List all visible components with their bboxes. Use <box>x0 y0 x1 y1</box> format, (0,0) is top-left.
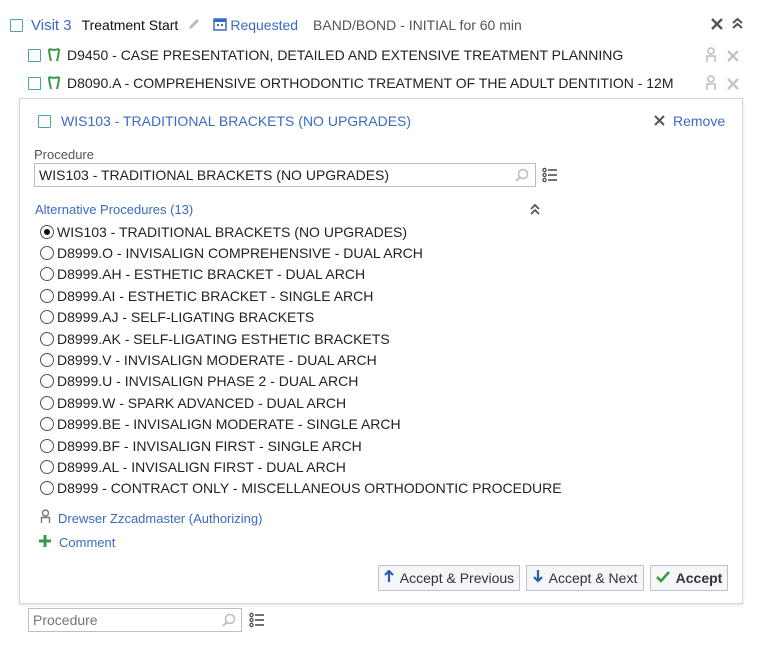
alternative-option[interactable]: D8999 - CONTRACT ONLY - MISCELLANEOUS OR… <box>40 478 562 499</box>
radio-button[interactable] <box>40 374 54 389</box>
visit-header: Visit 3 Treatment Start Requested BAND/B… <box>10 14 522 36</box>
alternative-label: D8999.V - INVISALIGN MODERATE - DUAL ARC… <box>57 352 377 369</box>
appointment-type: BAND/BOND - INITIAL for 60 min <box>313 17 522 33</box>
visit-title[interactable]: Visit 3 <box>31 17 72 34</box>
accept-button[interactable]: Accept <box>650 565 728 591</box>
provider-name: Drewser Zzcadmaster (Authorizing) <box>58 510 263 526</box>
accept-next-label: Accept & Next <box>548 570 638 586</box>
procedure-input-value: WIS103 - TRADITIONAL BRACKETS (NO UPGRAD… <box>39 167 390 183</box>
remove-button[interactable]: Remove <box>654 113 725 129</box>
alternative-label: D8999.W - SPARK ADVANCED - DUAL ARCH <box>57 394 347 411</box>
close-icon <box>654 113 665 129</box>
procedure-code: D8090.A - COMPREHENSIVE ORTHODONTIC TREA… <box>67 75 674 91</box>
alternative-option[interactable]: D8999.BE - INVISALIGN MODERATE - SINGLE … <box>40 414 562 435</box>
collapse-visit-icon[interactable] <box>731 16 744 33</box>
arrow-up-icon <box>384 569 394 586</box>
provider-icon[interactable] <box>705 47 717 66</box>
tooth-icon <box>47 75 61 91</box>
check-icon <box>655 570 670 586</box>
alternative-label: D8999.AL - INVISALIGN FIRST - DUAL ARCH <box>57 458 346 475</box>
edit-pencil-icon[interactable] <box>188 17 201 33</box>
accept-next-button[interactable]: Accept & Next <box>526 565 644 591</box>
radio-button[interactable] <box>40 246 54 261</box>
radio-button[interactable] <box>40 417 54 432</box>
alternatives-list: WIS103 - TRADITIONAL BRACKETS (NO UPGRAD… <box>40 221 562 499</box>
alternative-option[interactable]: D8999.O - INVISALIGN COMPREHENSIVE - DUA… <box>40 242 562 263</box>
radio-button[interactable] <box>40 331 54 346</box>
alternative-option[interactable]: D8999.W - SPARK ADVANCED - DUAL ARCH <box>40 392 562 413</box>
radio-button[interactable] <box>40 267 54 282</box>
procedure-code: D9450 - CASE PRESENTATION, DETAILED AND … <box>67 47 624 63</box>
accept-previous-button[interactable]: Accept & Previous <box>378 565 520 591</box>
arrow-down-icon <box>532 570 543 586</box>
close-visit-icon[interactable] <box>711 17 723 33</box>
tooth-icon <box>47 47 61 63</box>
procedure-input[interactable]: WIS103 - TRADITIONAL BRACKETS (NO UPGRAD… <box>34 163 536 187</box>
radio-button[interactable] <box>40 288 54 303</box>
alternative-option[interactable]: D8999.AI - ESTHETIC BRACKET - SINGLE ARC… <box>40 285 562 306</box>
search-icon[interactable] <box>515 168 529 185</box>
alternative-option[interactable]: D8999.AK - SELF-LIGATING ESTHETIC BRACKE… <box>40 328 562 349</box>
calendar-icon <box>213 17 228 34</box>
alternative-option[interactable]: D8999.AL - INVISALIGN FIRST - DUAL ARCH <box>40 456 562 477</box>
procedure-checkbox[interactable] <box>28 76 41 90</box>
radio-selected[interactable] <box>40 224 54 239</box>
alternative-label: D8999.U - INVISALIGN PHASE 2 - DUAL ARCH <box>57 373 359 390</box>
list-options-icon[interactable] <box>542 167 558 186</box>
alternative-label: D8999.BF - INVISALIGN FIRST - SINGLE ARC… <box>57 437 362 454</box>
accept-label: Accept <box>675 570 723 586</box>
alternative-option[interactable]: D8999.AJ - SELF-LIGATING BRACKETS <box>40 307 562 328</box>
provider-link[interactable]: Drewser Zzcadmaster (Authorizing) <box>40 509 262 527</box>
add-comment-button[interactable]: Comment <box>39 534 115 550</box>
status-requested[interactable]: Requested <box>230 17 298 33</box>
remove-label: Remove <box>673 113 726 129</box>
alternatives-header: Alternative Procedures (13) <box>35 202 194 217</box>
alternative-label: D8999 - CONTRACT ONLY - MISCELLANEOUS OR… <box>57 480 562 497</box>
alternative-option[interactable]: WIS103 - TRADITIONAL BRACKETS (NO UPGRAD… <box>40 221 562 242</box>
collapse-alternatives-icon[interactable] <box>529 203 541 219</box>
accept-previous-label: Accept & Previous <box>399 570 515 586</box>
visit-checkbox[interactable] <box>10 18 23 32</box>
alternative-label: WIS103 - TRADITIONAL BRACKETS (NO UPGRAD… <box>57 223 408 240</box>
procedure-row: D9450 - CASE PRESENTATION, DETAILED AND … <box>28 45 623 65</box>
alternative-option[interactable]: D8999.U - INVISALIGN PHASE 2 - DUAL ARCH <box>40 371 562 392</box>
search-icon[interactable] <box>222 613 236 630</box>
comment-label: Comment <box>59 534 116 550</box>
alternative-label: D8999.AK - SELF-LIGATING ESTHETIC BRACKE… <box>57 330 390 347</box>
radio-button[interactable] <box>40 481 54 496</box>
radio-button[interactable] <box>40 459 54 474</box>
alternative-option[interactable]: D8999.BF - INVISALIGN FIRST - SINGLE ARC… <box>40 435 562 456</box>
plus-icon <box>39 534 51 550</box>
procedure-checkbox[interactable] <box>28 48 41 62</box>
panel-procedure-checkbox[interactable] <box>38 115 51 128</box>
bottom-procedure-search[interactable] <box>28 608 242 632</box>
person-icon <box>40 509 51 527</box>
alternative-option[interactable]: D8999.AH - ESTHETIC BRACKET - DUAL ARCH <box>40 264 562 285</box>
provider-icon[interactable] <box>705 75 717 94</box>
alternative-label: D8999.AJ - SELF-LIGATING BRACKETS <box>57 309 315 326</box>
procedure-label: Procedure <box>34 147 94 162</box>
alternative-label: D8999.AH - ESTHETIC BRACKET - DUAL ARCH <box>57 266 366 283</box>
radio-button[interactable] <box>40 310 54 325</box>
alternative-label: D8999.AI - ESTHETIC BRACKET - SINGLE ARC… <box>57 287 374 304</box>
alternative-label: D8999.BE - INVISALIGN MODERATE - SINGLE … <box>57 416 401 433</box>
procedure-row: D8090.A - COMPREHENSIVE ORTHODONTIC TREA… <box>28 73 674 93</box>
radio-button[interactable] <box>40 438 54 453</box>
alternative-option[interactable]: D8999.V - INVISALIGN MODERATE - DUAL ARC… <box>40 349 562 370</box>
treatment-step: Treatment Start <box>81 17 179 33</box>
bottom-procedure-input[interactable] <box>33 612 213 628</box>
radio-button[interactable] <box>40 353 54 368</box>
panel-title[interactable]: WIS103 - TRADITIONAL BRACKETS (NO UPGRAD… <box>61 113 411 129</box>
procedure-detail-panel: WIS103 - TRADITIONAL BRACKETS (NO UPGRAD… <box>19 98 743 604</box>
remove-procedure-icon[interactable] <box>727 49 739 65</box>
list-options-icon[interactable] <box>249 612 265 631</box>
alternative-label: D8999.O - INVISALIGN COMPREHENSIVE - DUA… <box>57 245 423 262</box>
radio-button[interactable] <box>40 395 54 410</box>
remove-procedure-icon[interactable] <box>727 77 739 93</box>
